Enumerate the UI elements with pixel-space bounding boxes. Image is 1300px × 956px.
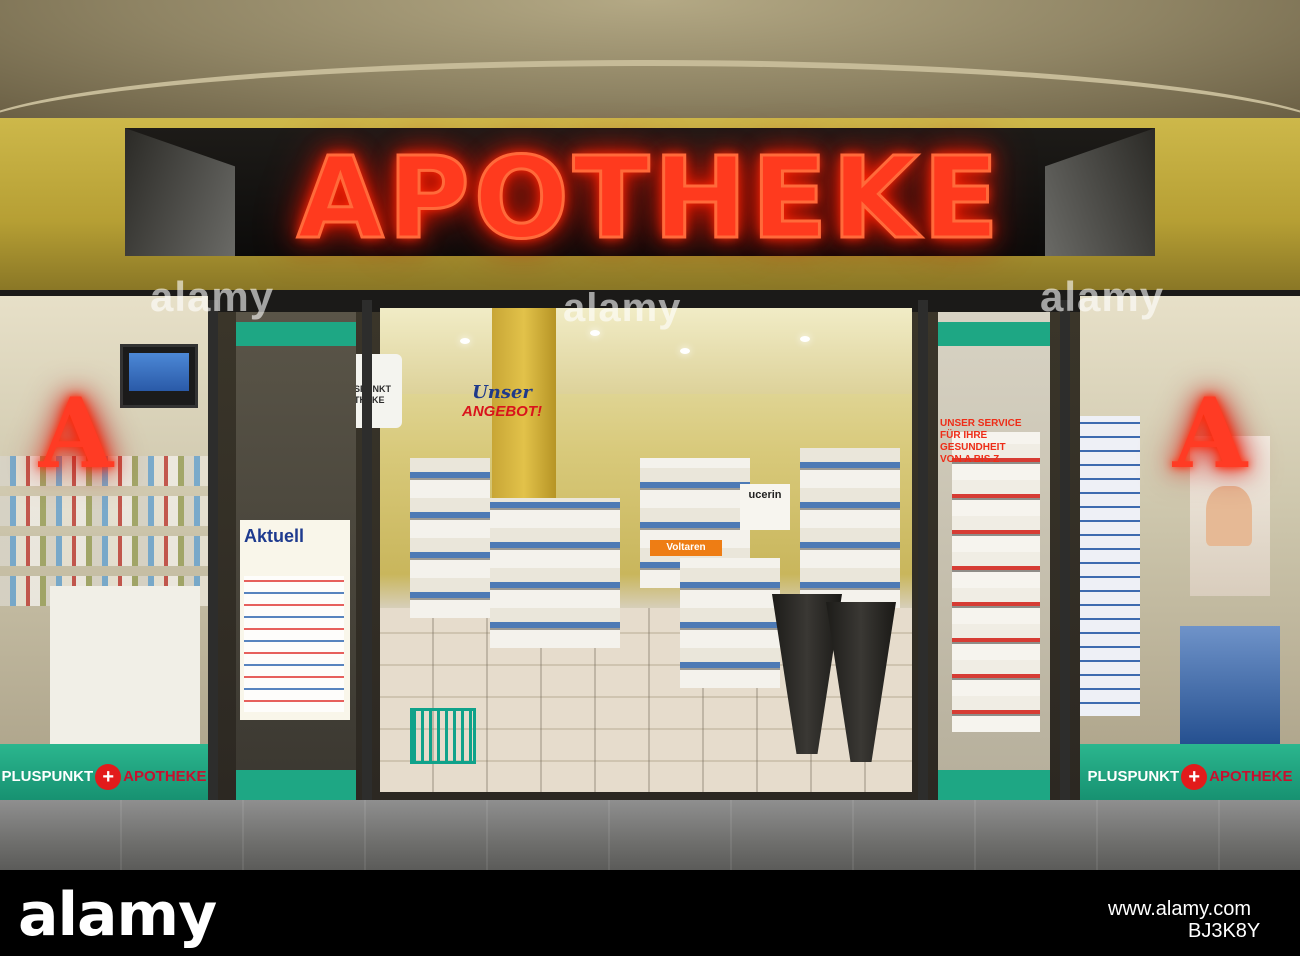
ceiling-light xyxy=(680,348,690,354)
banner-suffix: APOTHEKE xyxy=(123,767,207,785)
right-display-window: PLUSPUNKT + APOTHEKE xyxy=(1080,296,1300,802)
shopping-basket xyxy=(410,708,476,764)
service-line: UNSER SERVICE xyxy=(940,418,1022,429)
eucerin-sign: ucerin xyxy=(740,484,790,530)
angebot-sign: Unser ANGEBOT! xyxy=(438,382,566,420)
shelf-unit xyxy=(410,458,490,618)
door-frame xyxy=(362,300,372,800)
banner-suffix: APOTHEKE xyxy=(1209,767,1293,785)
blue-display xyxy=(1180,626,1280,746)
door-green-trim xyxy=(236,770,356,800)
monitor xyxy=(120,344,198,408)
pharmacy-storefront-photo: APOTHEKE PLUSPUNKT + APOTHEKE A PLUSPUNKT +… xyxy=(0,0,1300,870)
aktuell-title: Aktuell xyxy=(244,526,305,546)
service-text: UNSER SERVICE FÜR IHRE GESUNDHEIT VON A … xyxy=(940,418,1060,466)
pharmacy-a-neon-left: A xyxy=(38,377,114,490)
shelf-row xyxy=(0,496,208,526)
door-frame xyxy=(1060,300,1070,800)
plus-icon: + xyxy=(95,764,122,790)
alamy-logo: alamy xyxy=(18,880,217,950)
door-frame xyxy=(918,300,928,800)
poster-person xyxy=(1206,486,1252,546)
door-reflection-shelves xyxy=(952,432,1040,732)
sign-line2: THEKE xyxy=(354,395,391,406)
angebot-line1: Unser xyxy=(472,382,532,403)
poster-offers xyxy=(244,576,344,712)
angebot-line2: ANGEBOT! xyxy=(462,403,542,420)
plus-icon: + xyxy=(1181,764,1208,790)
ceiling-light xyxy=(460,338,470,344)
door-green-trim xyxy=(938,322,1050,346)
banner-prefix: PLUSPUNKT xyxy=(1,767,94,785)
service-line: VON A BIS Z xyxy=(940,454,1000,465)
shelf-unit xyxy=(680,558,780,688)
right-banner-label: PLUSPUNKT + APOTHEKE xyxy=(1080,764,1300,790)
white-display-box xyxy=(50,586,200,756)
watermark: alamy xyxy=(150,273,275,320)
left-display-window: PLUSPUNKT + APOTHEKE xyxy=(0,296,208,802)
floor-tile-lines xyxy=(0,800,1300,870)
store-interior: Unser ANGEBOT! Voltaren ucerin xyxy=(380,308,912,792)
left-window-banner: PLUSPUNKT + APOTHEKE xyxy=(0,744,208,802)
shelf-unit xyxy=(800,448,900,608)
watermark: alamy xyxy=(1040,273,1165,320)
apotheke-neon-sign: APOTHEKE xyxy=(296,133,1003,266)
banner-prefix: PLUSPUNKT xyxy=(1087,767,1180,785)
service-line: FÜR IHRE xyxy=(940,430,988,441)
shelf-unit xyxy=(490,498,620,648)
right-window-banner: PLUSPUNKT + APOTHEKE xyxy=(1080,744,1300,802)
door-frame xyxy=(208,300,218,800)
left-banner-label: PLUSPUNKT + APOTHEKE xyxy=(0,764,208,790)
voltaren-sign: Voltaren xyxy=(650,540,722,556)
shelf-row xyxy=(0,536,208,566)
service-line: GESUNDHEIT xyxy=(940,442,1006,453)
pharmacy-a-neon-right: A xyxy=(1172,377,1248,490)
door-green-trim xyxy=(938,770,1050,800)
footer-url: www.alamy.com xyxy=(1108,898,1251,920)
sign-line1: SPUNKT xyxy=(354,384,392,394)
right-sliding-door xyxy=(938,312,1050,800)
ceiling-light xyxy=(800,336,810,342)
image-id: BJ3K8Y xyxy=(1188,920,1261,942)
pluspunkt-sign-text: SPUNKT THEKE xyxy=(354,384,391,406)
info-leaflets xyxy=(1080,416,1140,716)
door-green-trim xyxy=(236,322,356,346)
watermark: alamy xyxy=(563,286,682,330)
